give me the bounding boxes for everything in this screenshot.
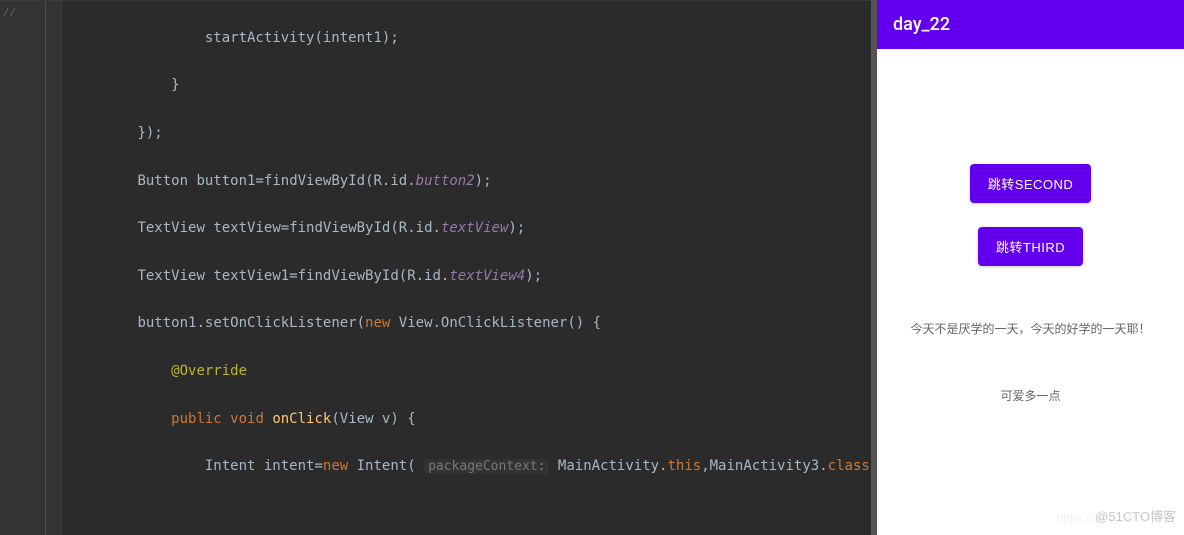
code-line[interactable]: TextView textView1=findViewById(R.id.tex… — [62, 265, 871, 289]
text-view-1: 今天不是厌学的一天，今天的好学的一天耶！ — [910, 320, 1150, 337]
text-view-2: 可爱多一点 — [1000, 387, 1060, 404]
code-editor[interactable]: // startActivity(intent1); } }); Button … — [0, 0, 871, 535]
code-line[interactable]: Intent intent=new Intent( packageContext… — [62, 455, 871, 479]
fold-guide — [45, 1, 46, 535]
code-content[interactable]: startActivity(intent1); } }); Button but… — [62, 1, 871, 535]
code-line[interactable]: Button button1=findViewById(R.id.button2… — [62, 170, 871, 194]
watermark-cto: @51CTO博客 — [1095, 506, 1176, 525]
code-line[interactable]: @Override — [62, 360, 871, 384]
editor-gutter: // — [0, 1, 62, 535]
code-line[interactable]: }); — [62, 122, 871, 146]
code-line[interactable]: public void onClick(View v) { — [62, 408, 871, 432]
app-content: 跳转SECOND 跳转THIRD 今天不是厌学的一天，今天的好学的一天耶！ 可爱… — [877, 49, 1184, 535]
app-bar: day_22 — [877, 0, 1184, 49]
jump-second-button[interactable]: 跳转SECOND — [970, 164, 1092, 203]
jump-third-button[interactable]: 跳转THIRD — [978, 227, 1083, 266]
code-line[interactable]: TextView textView=findViewById(R.id.text… — [62, 217, 871, 241]
code-line[interactable] — [62, 503, 871, 527]
code-line[interactable]: button1.setOnClickListener(new View.OnCl… — [62, 312, 871, 336]
emulator-preview: day_22 跳转SECOND 跳转THIRD 今天不是厌学的一天，今天的好学的… — [871, 0, 1184, 535]
app-title: day_22 — [893, 14, 950, 35]
parameter-hint: packageContext: — [424, 459, 549, 474]
gutter-comment-marker: // — [3, 4, 16, 23]
code-line[interactable]: } — [62, 74, 871, 98]
code-line[interactable]: startActivity(intent1); — [62, 27, 871, 51]
